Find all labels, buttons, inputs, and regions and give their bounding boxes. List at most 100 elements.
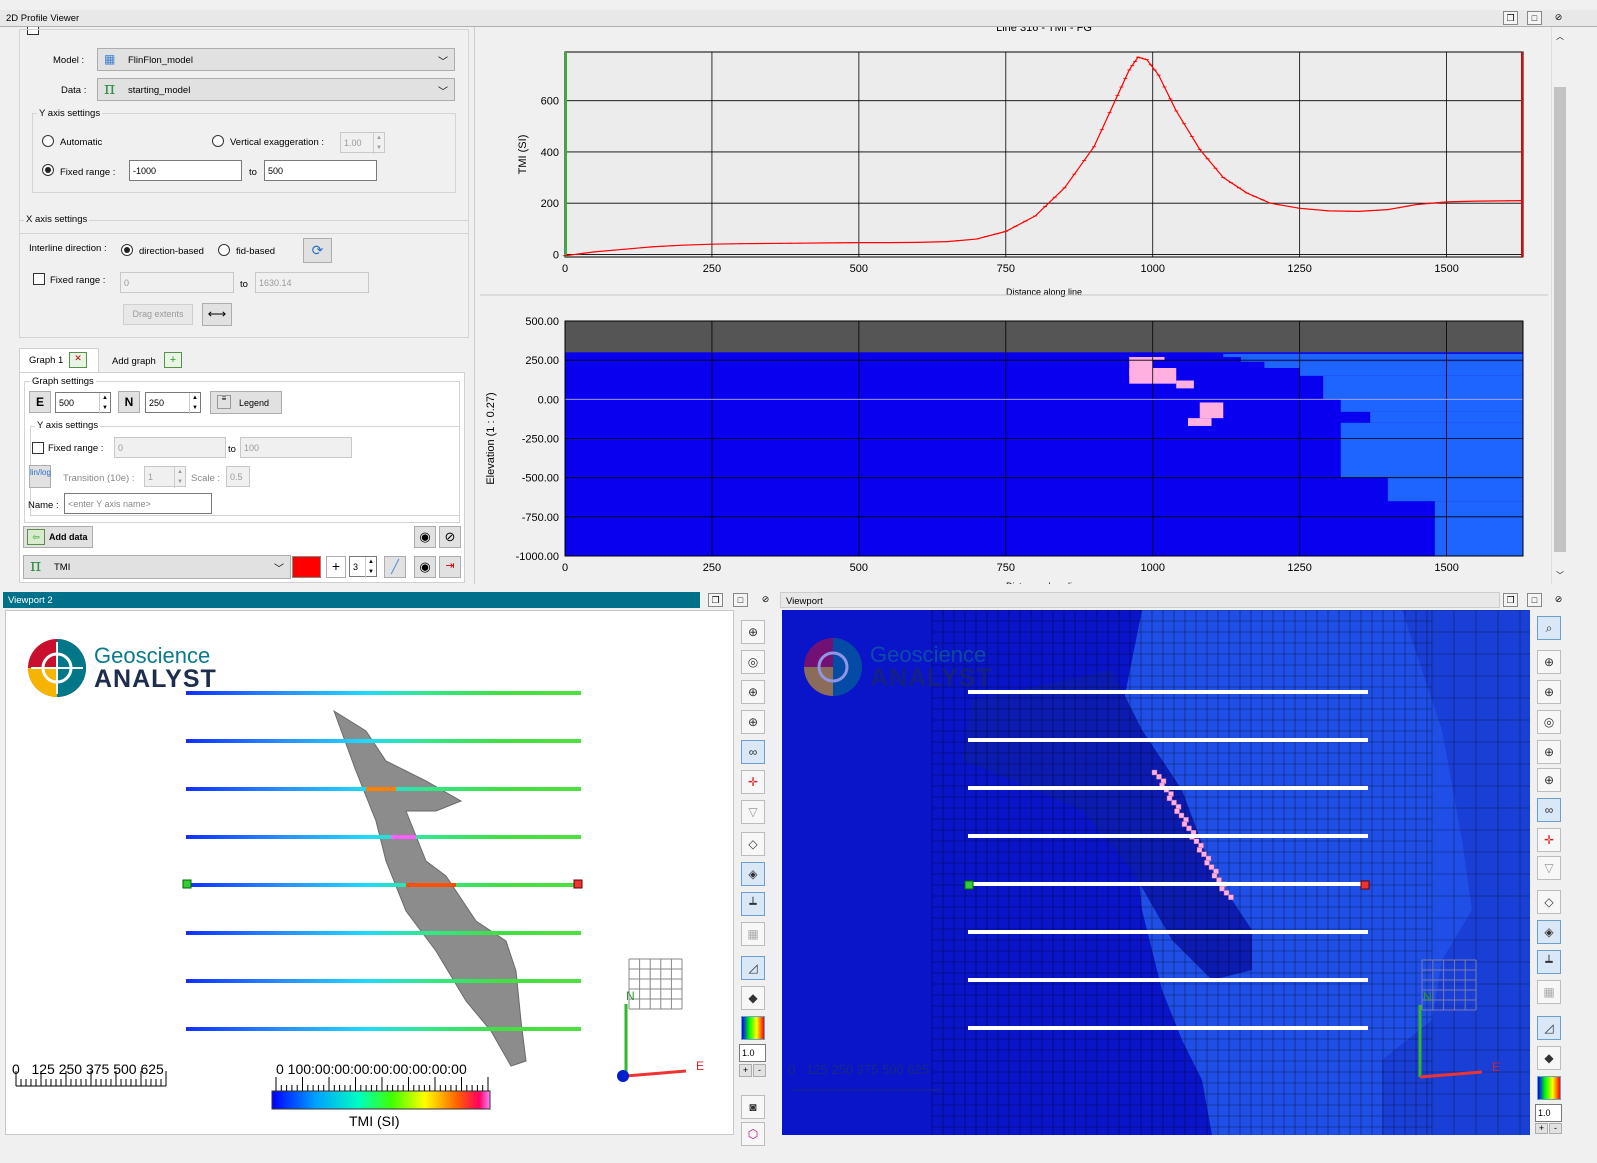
crosshair-icon[interactable]: ⊕ <box>741 620 765 644</box>
fixed-range-radio[interactable] <box>42 164 54 176</box>
section-chart[interactable]: 0 250 500 750 1000 1250 1500 500.00 250.00 0.00 -2… <box>478 299 1550 584</box>
graph-to-input[interactable]: 100 <box>240 437 352 458</box>
box-select-icon[interactable]: ◈ <box>1537 920 1561 944</box>
viewport2-canvas[interactable]: Geoscience ANALYST 0 125 250 375 500 625… <box>5 610 734 1135</box>
target-icon[interactable]: ◎ <box>1537 710 1561 734</box>
axis-icon[interactable]: ✛ <box>741 770 765 794</box>
grid-icon[interactable]: ▦ <box>741 922 765 946</box>
zoom-minus-button[interactable]: - <box>1549 1123 1562 1134</box>
restore-icon[interactable]: ❐ <box>1503 593 1518 607</box>
crosshair-icon[interactable]: ⊕ <box>1537 740 1561 764</box>
crosshair-icon[interactable]: ⊕ <box>741 680 765 704</box>
graph-fixed-range-checkbox[interactable] <box>32 442 44 454</box>
direction-based-radio[interactable] <box>121 244 133 256</box>
crosshair-icon[interactable]: ⊕ <box>1537 768 1561 792</box>
x-to-input[interactable]: 1630.14 <box>255 272 369 293</box>
scale-input[interactable]: 0.5 <box>226 466 250 487</box>
easting-icon[interactable]: E <box>29 391 51 413</box>
y-from-input[interactable]: -1000 <box>129 160 242 181</box>
cube-icon[interactable]: ⬡ <box>741 1122 765 1146</box>
zoom-input[interactable]: 1.0 <box>739 1044 766 1062</box>
colormap-icon[interactable] <box>741 1016 765 1040</box>
funnel-icon[interactable]: ▽ <box>741 800 765 824</box>
bucket-icon[interactable]: ◆ <box>741 986 765 1010</box>
data-select[interactable]: π starting_model ﹀ <box>97 78 455 101</box>
refresh-icon[interactable]: ⟳ <box>303 238 332 263</box>
link-icon[interactable]: ∞ <box>1537 798 1561 822</box>
funnel-icon[interactable]: ▽ <box>1537 856 1561 880</box>
channel-select[interactable]: π TMI ﹀ <box>23 555 291 579</box>
automatic-radio[interactable] <box>42 135 54 147</box>
x-from-input[interactable]: 0 <box>120 272 234 293</box>
restore-icon[interactable]: ❐ <box>708 593 723 607</box>
model-select[interactable]: ▦ FlinFlon_model ﹀ <box>97 48 455 71</box>
easting-input[interactable]: 500 ▲ ▼ <box>55 392 111 414</box>
channel-settings-icon[interactable]: ⇥ <box>439 556 461 578</box>
spin-icon[interactable]: ▲ ▼ <box>174 467 185 488</box>
ruler-icon[interactable]: ┷ <box>1537 950 1561 974</box>
link-icon[interactable]: ∞ <box>741 740 765 764</box>
lin-log-icon[interactable]: lin/log <box>29 465 51 488</box>
crosshair-icon[interactable]: ⊕ <box>741 710 765 734</box>
line-width-input[interactable]: 3 ▲ ▼ <box>349 556 377 578</box>
grid-icon[interactable]: ▦ <box>1537 980 1561 1004</box>
legend-button[interactable]: ≡ Legend <box>210 391 282 414</box>
zoom-input[interactable]: 1.0 <box>1535 1104 1562 1122</box>
camera-icon[interactable]: ◙ <box>741 1095 765 1119</box>
tmi-profile-chart[interactable]: 0 250 500 750 1000 1250 15000200400600Distance… <box>478 27 1550 297</box>
maximize-icon[interactable]: □ <box>1527 593 1542 607</box>
tab-graph-1[interactable]: Graph 1 ✕ <box>19 348 99 373</box>
zoom-minus-button[interactable]: - <box>753 1064 766 1077</box>
tab-add-graph[interactable]: Add graph + <box>101 350 191 372</box>
scroll-up-icon[interactable]: ︿ <box>1556 31 1564 42</box>
northing-icon[interactable]: N <box>118 391 140 413</box>
channel-color-swatch[interactable] <box>292 556 321 578</box>
zoom-plus-button[interactable]: + <box>1535 1123 1548 1134</box>
colormap-icon[interactable] <box>1537 1076 1561 1100</box>
plus-icon[interactable]: + <box>326 556 346 578</box>
spin-icon[interactable]: ▲ ▼ <box>365 557 376 578</box>
yaxis-name-input[interactable]: <enter Y axis name> <box>64 493 212 514</box>
box-select-icon[interactable]: ◈ <box>741 862 765 886</box>
spin-icon[interactable]: ▲ ▼ <box>99 393 110 414</box>
zoom-plus-button[interactable]: + <box>739 1064 752 1077</box>
crosshair-icon[interactable]: ⊕ <box>1537 650 1561 674</box>
ruler-icon[interactable]: ┷ <box>741 892 765 916</box>
eye-icon[interactable]: ◉ <box>414 526 436 548</box>
box-icon[interactable]: ◇ <box>741 832 765 856</box>
hide-icon[interactable]: ⊘ <box>1551 593 1566 607</box>
horizontal-arrows-icon[interactable]: ⟷ <box>202 303 232 326</box>
hide-icon[interactable]: ⊘ <box>758 593 773 607</box>
eye-icon[interactable]: ◉ <box>414 556 436 578</box>
ruler-pen-icon[interactable]: ╱ <box>384 556 406 578</box>
vexag-input[interactable]: 1.00 ▲ ▼ <box>340 132 385 154</box>
maximize-icon[interactable]: □ <box>1527 11 1542 25</box>
x-fixed-range-checkbox[interactable] <box>33 273 45 285</box>
chart-icon[interactable]: ◿ <box>741 956 765 980</box>
graph-remove-icon[interactable]: ✕ <box>69 352 87 368</box>
maximize-icon[interactable]: □ <box>733 593 748 607</box>
axis-icon[interactable]: ✛ <box>1537 828 1561 852</box>
fid-based-radio[interactable] <box>218 244 230 256</box>
graph-from-input[interactable]: 0 <box>114 437 226 458</box>
drag-extents-button[interactable]: Drag extents <box>123 304 193 325</box>
crosshair-icon[interactable]: ⊕ <box>1537 680 1561 704</box>
chart-icon[interactable]: ◿ <box>1537 1016 1561 1040</box>
box-icon[interactable]: ◇ <box>1537 890 1561 914</box>
transition-input[interactable]: 1 ▲ ▼ <box>144 466 186 488</box>
eye-off-icon[interactable]: ⊘ <box>439 526 461 548</box>
add-data-button[interactable]: ⇦ Add data <box>23 526 93 548</box>
scroll-down-icon[interactable]: ﹀ <box>1556 570 1564 581</box>
target-icon[interactable]: ◎ <box>741 650 765 674</box>
vexag-radio[interactable] <box>212 135 224 147</box>
bucket-icon[interactable]: ◆ <box>1537 1046 1561 1070</box>
search-icon[interactable]: ⌕ <box>1537 616 1561 640</box>
spin-icon[interactable]: ▲ ▼ <box>373 133 384 154</box>
northing-input[interactable]: 250 ▲ ▼ <box>145 392 201 414</box>
plots-scrollbar[interactable]: ︿ ﹀ <box>1551 27 1568 584</box>
spin-icon[interactable]: ▲ ▼ <box>189 393 200 414</box>
y-to-input[interactable]: 500 <box>264 160 377 181</box>
hide-icon[interactable]: ⊘ <box>1551 11 1566 25</box>
restore-icon[interactable]: ❐ <box>1503 11 1518 25</box>
viewport-canvas[interactable]: Geoscience ANALYST 0 125 250 375 500 625… <box>782 610 1530 1135</box>
